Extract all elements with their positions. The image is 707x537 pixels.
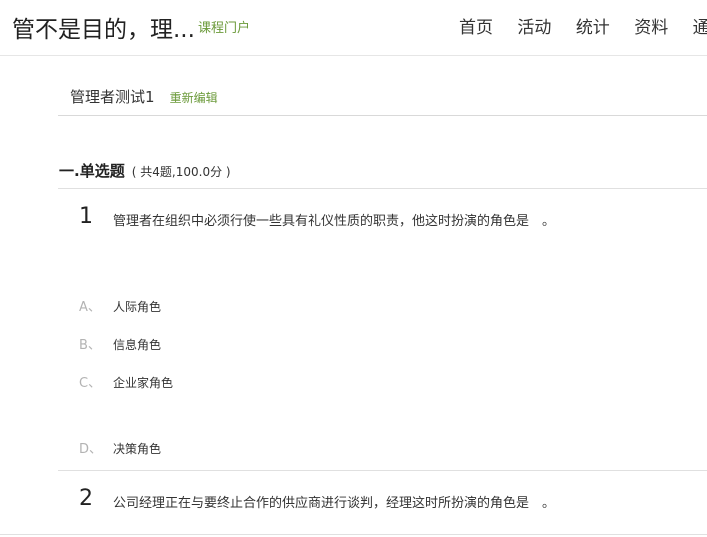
nav-item-statistics[interactable]: 统计: [576, 13, 610, 38]
divider: [58, 188, 707, 189]
main-nav: 首页 活动 统计 资料 通: [459, 13, 707, 38]
top-bar: 管不是目的，理... 课程门户 首页 活动 统计 资料 通: [0, 0, 707, 56]
option-text: 决策角色: [113, 442, 162, 456]
question-text: 公司经理正在与要终止合作的供应商进行谈判，经理这时所扮演的角色是 。: [113, 496, 556, 511]
nav-item-materials[interactable]: 资料: [634, 13, 668, 38]
option-text: 人际角色: [113, 300, 162, 314]
option-d[interactable]: D、 决策角色: [79, 438, 161, 457]
option-letter: C、: [79, 376, 102, 391]
option-letter: B、: [79, 338, 101, 353]
divider: [58, 115, 707, 116]
course-portal-link[interactable]: 课程门户: [198, 17, 250, 36]
course-title: 管不是目的，理...: [12, 17, 195, 43]
divider: [58, 470, 707, 471]
re-edit-link[interactable]: 重新编辑: [170, 91, 218, 105]
nav-item-notice[interactable]: 通: [693, 13, 707, 38]
test-name: 管理者测试1: [70, 88, 155, 106]
option-c[interactable]: C、 企业家角色: [79, 372, 173, 391]
option-b[interactable]: B、 信息角色: [79, 334, 161, 353]
nav-item-activities[interactable]: 活动: [517, 13, 551, 38]
section-meta: ( 共4题,100.0分 ): [131, 165, 231, 179]
option-letter: D、: [79, 442, 103, 457]
option-text: 信息角色: [113, 338, 162, 352]
nav-item-home[interactable]: 首页: [459, 13, 493, 38]
option-letter: A、: [79, 300, 101, 315]
divider: [0, 534, 707, 535]
section-header: 一.单选题 ( 共4题,100.0分 ): [59, 160, 231, 181]
option-a[interactable]: A、 人际角色: [79, 296, 161, 315]
section-title: 一.单选题: [59, 162, 125, 180]
option-text: 企业家角色: [113, 376, 174, 390]
question-number: 2: [79, 486, 93, 511]
question-text: 管理者在组织中必须行使一些具有礼仪性质的职责，他这时扮演的角色是 。: [113, 214, 556, 229]
question-number: 1: [79, 204, 93, 229]
test-header: 管理者测试1 重新编辑: [70, 86, 218, 107]
